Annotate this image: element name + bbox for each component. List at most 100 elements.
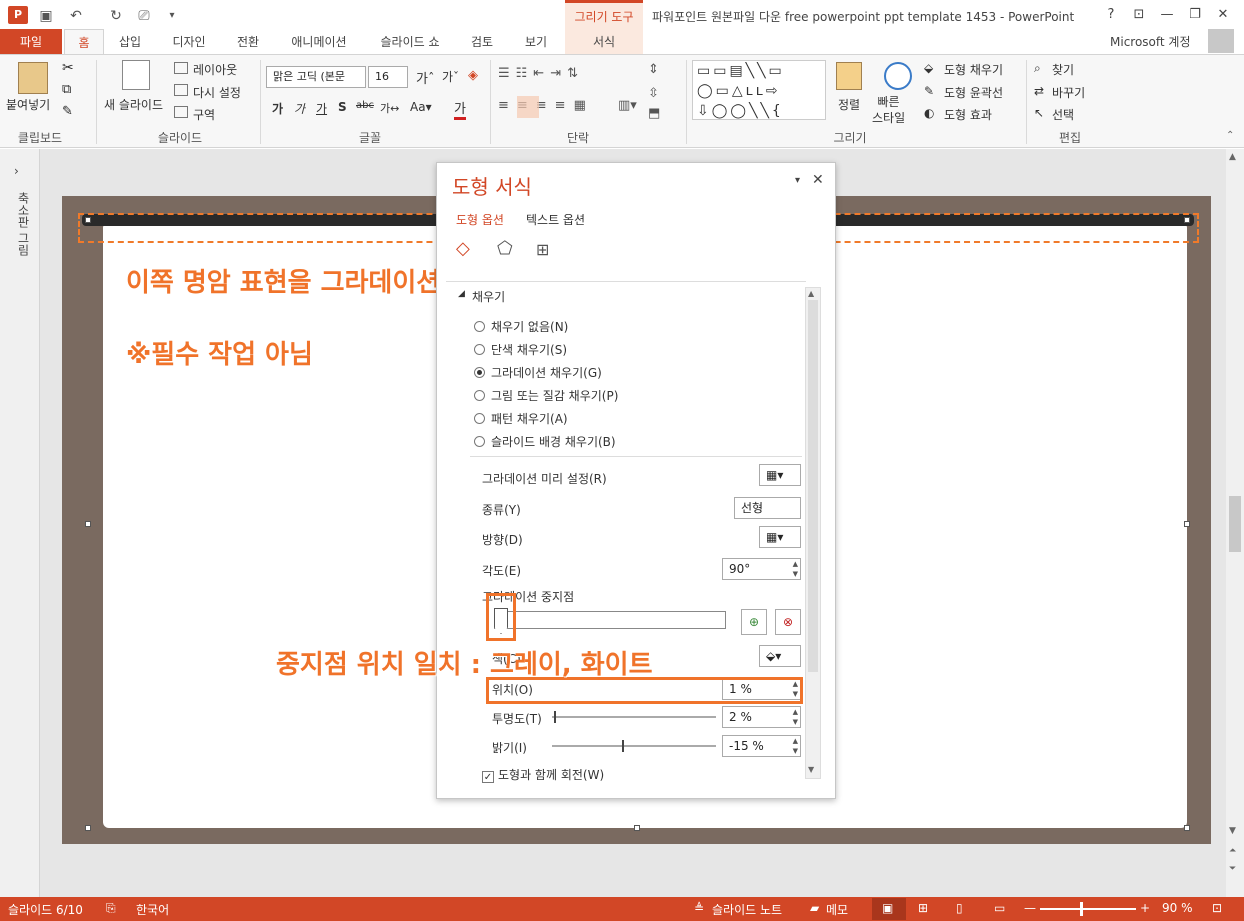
pane-close-icon[interactable]: ✕ — [812, 172, 824, 188]
clear-formatting-icon[interactable]: ◈ — [468, 68, 478, 83]
tab-animations[interactable]: 애니메이션 — [282, 29, 356, 55]
arrange-button[interactable]: 정렬 — [838, 96, 860, 113]
quick-styles-icon[interactable] — [884, 62, 912, 90]
selection-handle[interactable] — [85, 217, 91, 223]
fill-option-none[interactable]: 채우기 없음(N) — [474, 318, 568, 335]
bold-icon[interactable]: 가 — [272, 100, 283, 117]
pane-scroll-thumb[interactable] — [808, 300, 818, 672]
direction-dropdown[interactable]: ▦▾ — [759, 526, 801, 548]
align-center-active[interactable] — [517, 96, 539, 118]
comments-button[interactable]: 메모 — [826, 901, 848, 918]
quick-styles-button[interactable]: 빠른 스타일 — [872, 94, 905, 126]
transparency-slider[interactable] — [552, 716, 716, 718]
fill-option-picture[interactable]: 그림 또는 질감 채우기(P) — [474, 387, 618, 404]
char-spacing-icon[interactable]: 가↔ — [380, 100, 399, 116]
tab-text-options[interactable]: 텍스트 옵션 — [526, 211, 585, 228]
shape-outline-button[interactable]: 도형 윤곽선 — [944, 84, 1003, 101]
tab-insert[interactable]: 삽입 — [110, 29, 150, 55]
expand-thumbnails-icon[interactable]: › — [14, 164, 19, 178]
spellcheck-icon[interactable]: ⎘ — [106, 901, 116, 916]
pane-scroll-down-icon[interactable]: ▼ — [808, 765, 814, 774]
tab-design[interactable]: 디자인 — [164, 29, 214, 55]
start-presentation-icon[interactable]: ⎚ — [134, 6, 154, 26]
pane-scroll-up-icon[interactable]: ▲ — [808, 289, 814, 298]
normal-view-icon[interactable]: ▣ — [882, 901, 893, 915]
gradient-stop-bar[interactable] — [494, 611, 726, 629]
underline-icon[interactable]: 가 — [316, 100, 327, 117]
account-name[interactable]: Microsoft 계정 — [1110, 33, 1191, 50]
font-name-select[interactable]: 맑은 고딕 (본문 — [266, 66, 366, 88]
fill-option-slide-bg[interactable]: 슬라이드 배경 채우기(B) — [474, 433, 616, 450]
brightness-input[interactable]: -15 % — [722, 735, 801, 757]
shadow-icon[interactable]: S — [338, 100, 347, 114]
redo-icon[interactable]: ↻ — [106, 6, 126, 26]
pane-options-icon[interactable]: ▾ — [795, 175, 800, 186]
slide-sorter-icon[interactable]: ⊞ — [918, 901, 928, 915]
fill-option-gradient[interactable]: 그라데이션 채우기(G) — [474, 364, 602, 381]
copy-icon[interactable]: ⧉ — [62, 82, 71, 97]
preset-dropdown[interactable]: ▦▾ — [759, 464, 801, 486]
fill-line-icon[interactable]: ◇ — [456, 238, 470, 259]
tab-view[interactable]: 보기 — [514, 29, 558, 55]
next-slide-icon[interactable]: ⏷ — [1229, 864, 1236, 874]
paragraph-list-icons[interactable]: ☰☷⇤⇥⇅ — [498, 66, 584, 81]
zoom-level[interactable]: 90 % — [1162, 901, 1193, 915]
tab-file[interactable]: 파일 — [0, 29, 62, 55]
selection-handle[interactable] — [85, 521, 91, 527]
thumbnail-pane[interactable] — [0, 149, 40, 897]
rotate-with-shape-checkbox[interactable]: ✓ 도형과 함께 회전(W) — [482, 766, 604, 783]
transparency-input[interactable]: 2 % — [722, 706, 801, 728]
scroll-thumb[interactable] — [1229, 496, 1241, 552]
scroll-down-icon[interactable]: ▼ — [1229, 826, 1236, 836]
ribbon-display-icon[interactable]: ⊡ — [1128, 4, 1150, 26]
fill-option-solid[interactable]: 단색 채우기(S) — [474, 341, 567, 358]
columns-icon[interactable]: ▥▾ — [618, 98, 637, 113]
tab-home[interactable]: 홈 — [64, 29, 104, 55]
shapes-gallery[interactable]: ▭▭▤╲╲▭ ◯▭△ʟʟ⇨ ⇩◯◯╲╲{ — [692, 60, 826, 120]
selection-handle[interactable] — [1184, 217, 1190, 223]
zoom-out-icon[interactable]: — — [1024, 901, 1036, 915]
replace-button[interactable]: 바꾸기 — [1052, 84, 1085, 101]
grow-font-icon[interactable]: 가ˆ — [416, 68, 434, 87]
tab-slideshow[interactable]: 슬라이드 쇼 — [370, 29, 450, 55]
tab-shape-options[interactable]: 도형 옵션 — [456, 211, 504, 228]
font-size-select[interactable]: 16 — [368, 66, 408, 88]
zoom-slider-thumb[interactable] — [1080, 902, 1083, 916]
selection-handle[interactable] — [634, 825, 640, 831]
notes-icon[interactable]: ≜ — [694, 901, 704, 915]
paste-icon[interactable] — [18, 62, 48, 94]
shape-effects-button[interactable]: 도형 효과 — [944, 106, 992, 123]
shape-fill-icon[interactable]: ⬙ — [924, 61, 933, 75]
help-icon[interactable]: ? — [1100, 4, 1122, 26]
select-button[interactable]: 선택 — [1052, 106, 1074, 123]
layout-button[interactable]: 레이아웃 — [193, 61, 237, 78]
collapse-section-icon[interactable]: ◢ — [458, 289, 465, 299]
selection-handle[interactable] — [85, 825, 91, 831]
section-fill-label[interactable]: 채우기 — [472, 288, 505, 305]
change-case-icon[interactable]: Aa▾ — [410, 100, 432, 114]
smartart-icon[interactable]: ⬒ — [648, 106, 660, 121]
undo-icon[interactable]: ↶ — [66, 6, 86, 26]
zoom-slider[interactable] — [1040, 908, 1136, 910]
section-button[interactable]: 구역 — [193, 106, 215, 123]
cut-icon[interactable]: ✂ — [62, 60, 74, 76]
close-icon[interactable]: ✕ — [1212, 4, 1234, 26]
add-stop-icon[interactable]: ⊕ — [741, 609, 767, 635]
new-slide-button[interactable]: 새 슬라이드 — [104, 96, 163, 113]
slideshow-view-icon[interactable]: ▭ — [994, 901, 1005, 915]
italic-icon[interactable]: 가 — [294, 100, 305, 117]
brightness-slider[interactable] — [552, 745, 716, 747]
fit-to-window-icon[interactable]: ⊡ — [1212, 901, 1222, 915]
reading-view-icon[interactable]: ▯ — [956, 901, 963, 915]
font-color-icon[interactable]: 가 — [454, 98, 466, 120]
brightness-thumb[interactable] — [622, 740, 624, 752]
fill-option-pattern[interactable]: 패턴 채우기(A) — [474, 410, 568, 427]
shape-fill-button[interactable]: 도형 채우기 — [944, 61, 1003, 78]
strikethrough-icon[interactable]: abc — [356, 100, 374, 111]
scroll-up-icon[interactable]: ▲ — [1229, 152, 1236, 162]
select-icon[interactable]: ↖ — [1034, 106, 1044, 120]
customize-qat-icon[interactable]: ▾ — [162, 6, 182, 26]
selection-handle[interactable] — [1184, 521, 1190, 527]
remove-stop-icon[interactable]: ⊗ — [775, 609, 801, 635]
language-indicator[interactable]: 한국어 — [136, 901, 169, 918]
